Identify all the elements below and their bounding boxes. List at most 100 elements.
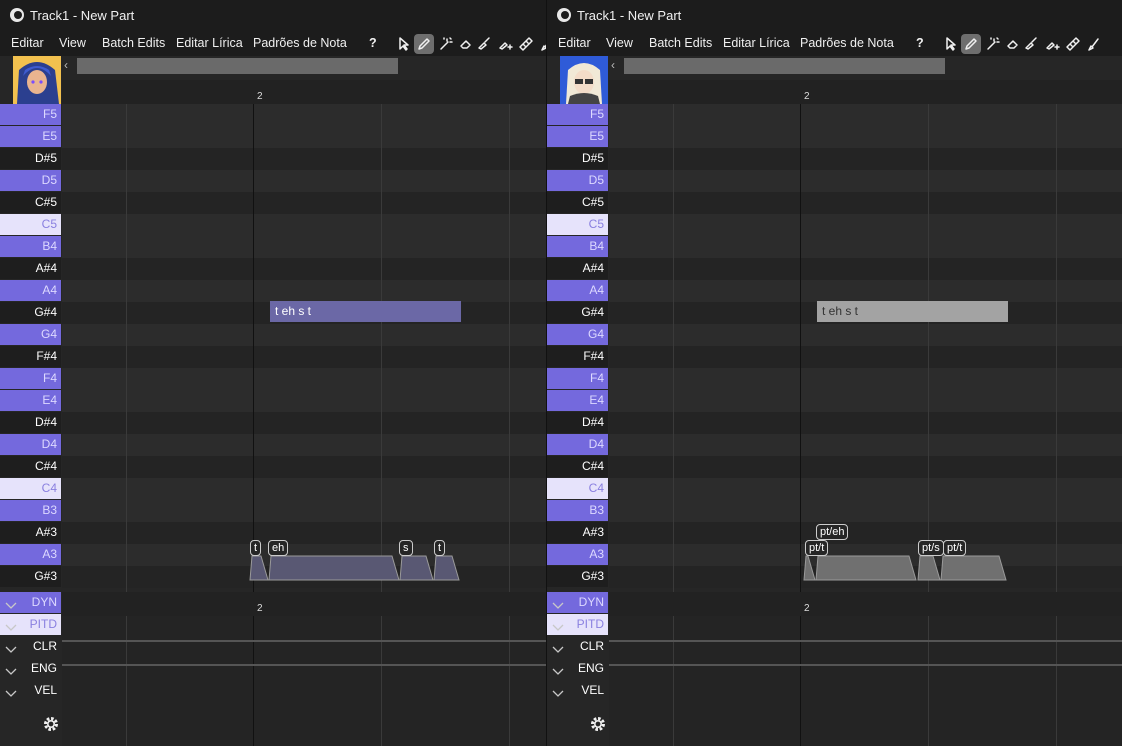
scroll-left-arrow-icon[interactable]: ‹ [611, 58, 615, 72]
piano-key-a4[interactable]: A4 [547, 280, 608, 301]
expression-vel[interactable]: VEL [0, 680, 61, 701]
phoneme-label[interactable]: pt/s [918, 540, 944, 556]
expression-eng[interactable]: ENG [547, 658, 608, 679]
piano-key-b4[interactable]: B4 [0, 236, 61, 257]
singer-avatar[interactable] [13, 56, 61, 104]
piano-key-e5[interactable]: E5 [0, 126, 61, 147]
piano-key-c5[interactable]: C5 [547, 214, 608, 235]
horizontal-scrollbar[interactable] [624, 58, 945, 74]
piano-key-c4[interactable]: C4 [547, 478, 608, 499]
pencil-tool[interactable] [961, 34, 981, 54]
magic-pencil-tool[interactable] [983, 34, 1003, 54]
phoneme-envelope[interactable] [940, 555, 1007, 581]
singer-avatar[interactable] [560, 56, 608, 104]
piano-key-ds4[interactable]: D#4 [0, 412, 61, 433]
phoneme-label[interactable]: pt/eh [816, 524, 849, 540]
expression-dyn[interactable]: DYN [0, 592, 61, 613]
phoneme-label[interactable]: t [434, 540, 446, 556]
phoneme-envelope[interactable] [433, 555, 460, 581]
ruler-tool[interactable] [1063, 34, 1083, 54]
chevron-down-icon[interactable] [5, 685, 17, 706]
piano-key-cs4[interactable]: C#4 [547, 456, 608, 477]
phoneme-envelope[interactable] [917, 555, 941, 581]
timeline-ruler[interactable]: 2 [609, 80, 1122, 104]
note-grid[interactable]: t eh s t pt/t pt/eh pt/s pt/t [609, 104, 1122, 592]
eraser-tool[interactable] [1003, 34, 1023, 54]
menu-editar[interactable]: Editar [558, 36, 591, 50]
menu-view[interactable]: View [606, 36, 633, 50]
magic-pencil-tool[interactable] [436, 34, 456, 54]
piano-key-cs4[interactable]: C#4 [0, 456, 61, 477]
ruler-tool[interactable] [516, 34, 536, 54]
chevron-down-icon[interactable] [552, 685, 564, 706]
gear-icon[interactable] [42, 715, 60, 738]
select-arrow-tool[interactable] [394, 34, 414, 54]
knife-tool[interactable] [474, 34, 494, 54]
piano-key-f5[interactable]: F5 [0, 104, 61, 125]
piano-key-g4[interactable]: G4 [0, 324, 61, 345]
menu-view[interactable]: View [59, 36, 86, 50]
menu-editar-l-rica[interactable]: Editar Lírica [723, 36, 790, 50]
piano-key-a4[interactable]: A4 [0, 280, 61, 301]
expression-clr[interactable]: CLR [0, 636, 61, 657]
phoneme-envelope[interactable] [268, 555, 400, 581]
note-grid[interactable]: t eh s t t eh s t [62, 104, 546, 592]
piano-key-d5[interactable]: D5 [0, 170, 61, 191]
piano-key-gs3[interactable]: G#3 [547, 566, 608, 587]
piano-key-d4[interactable]: D4 [0, 434, 61, 455]
piano-key-f4[interactable]: F4 [547, 368, 608, 389]
piano-key-a3[interactable]: A3 [0, 544, 61, 565]
phoneme-envelope[interactable] [399, 555, 434, 581]
phoneme-label[interactable]: pt/t [805, 540, 829, 556]
knife-tool[interactable] [1021, 34, 1041, 54]
menu-padr-es-de-nota[interactable]: Padrões de Nota [253, 36, 347, 50]
phoneme-label[interactable]: t [250, 540, 262, 556]
piano-key-g4[interactable]: G4 [547, 324, 608, 345]
piano-key-c5[interactable]: C5 [0, 214, 61, 235]
menu-padr-es-de-nota[interactable]: Padrões de Nota [800, 36, 894, 50]
piano-key-b4[interactable]: B4 [547, 236, 608, 257]
piano-key-f4[interactable]: F4 [0, 368, 61, 389]
phoneme-label[interactable]: pt/t [943, 540, 967, 556]
piano-key-ds5[interactable]: D#5 [0, 148, 61, 169]
piano-key-gs4[interactable]: G#4 [0, 302, 61, 323]
piano-key-as4[interactable]: A#4 [547, 258, 608, 279]
piano-key-b3[interactable]: B3 [547, 500, 608, 521]
menu-editar-l-rica[interactable]: Editar Lírica [176, 36, 243, 50]
expression-pitd[interactable]: PITD [547, 614, 608, 635]
menu-editar[interactable]: Editar [11, 36, 44, 50]
knife-plus-tool[interactable] [1043, 34, 1063, 54]
piano-key-f5[interactable]: F5 [547, 104, 608, 125]
pencil-tool[interactable] [414, 34, 434, 54]
piano-key-c4[interactable]: C4 [0, 478, 61, 499]
piano-key-ds4[interactable]: D#4 [547, 412, 608, 433]
menu-batch-edits[interactable]: Batch Edits [102, 36, 165, 50]
piano-key-as3[interactable]: A#3 [547, 522, 608, 543]
expression-vel[interactable]: VEL [547, 680, 608, 701]
piano-key-ds5[interactable]: D#5 [547, 148, 608, 169]
piano-key-fs4[interactable]: F#4 [547, 346, 608, 367]
piano-key-gs4[interactable]: G#4 [547, 302, 608, 323]
piano-key-cs5[interactable]: C#5 [547, 192, 608, 213]
piano-key-e4[interactable]: E4 [547, 390, 608, 411]
piano-key-e4[interactable]: E4 [0, 390, 61, 411]
menu-help[interactable]: ? [369, 36, 377, 50]
piano-key-a3[interactable]: A3 [547, 544, 608, 565]
timeline-ruler[interactable]: 2 [62, 80, 546, 104]
phoneme-label[interactable]: s [399, 540, 413, 556]
piano-key-e5[interactable]: E5 [547, 126, 608, 147]
menu-help[interactable]: ? [916, 36, 924, 50]
piano-key-d5[interactable]: D5 [547, 170, 608, 191]
expression-clr[interactable]: CLR [547, 636, 608, 657]
piano-key-b3[interactable]: B3 [0, 500, 61, 521]
gear-icon[interactable] [589, 715, 607, 738]
piano-key-fs4[interactable]: F#4 [0, 346, 61, 367]
knife-plus-tool[interactable] [496, 34, 516, 54]
expression-dyn[interactable]: DYN [547, 592, 608, 613]
expression-curve-area[interactable] [609, 616, 1122, 746]
expression-curve-area[interactable] [62, 616, 546, 746]
piano-key-gs3[interactable]: G#3 [0, 566, 61, 587]
phoneme-envelope[interactable] [803, 555, 816, 581]
brush-tool[interactable] [1083, 34, 1103, 54]
menu-batch-edits[interactable]: Batch Edits [649, 36, 712, 50]
